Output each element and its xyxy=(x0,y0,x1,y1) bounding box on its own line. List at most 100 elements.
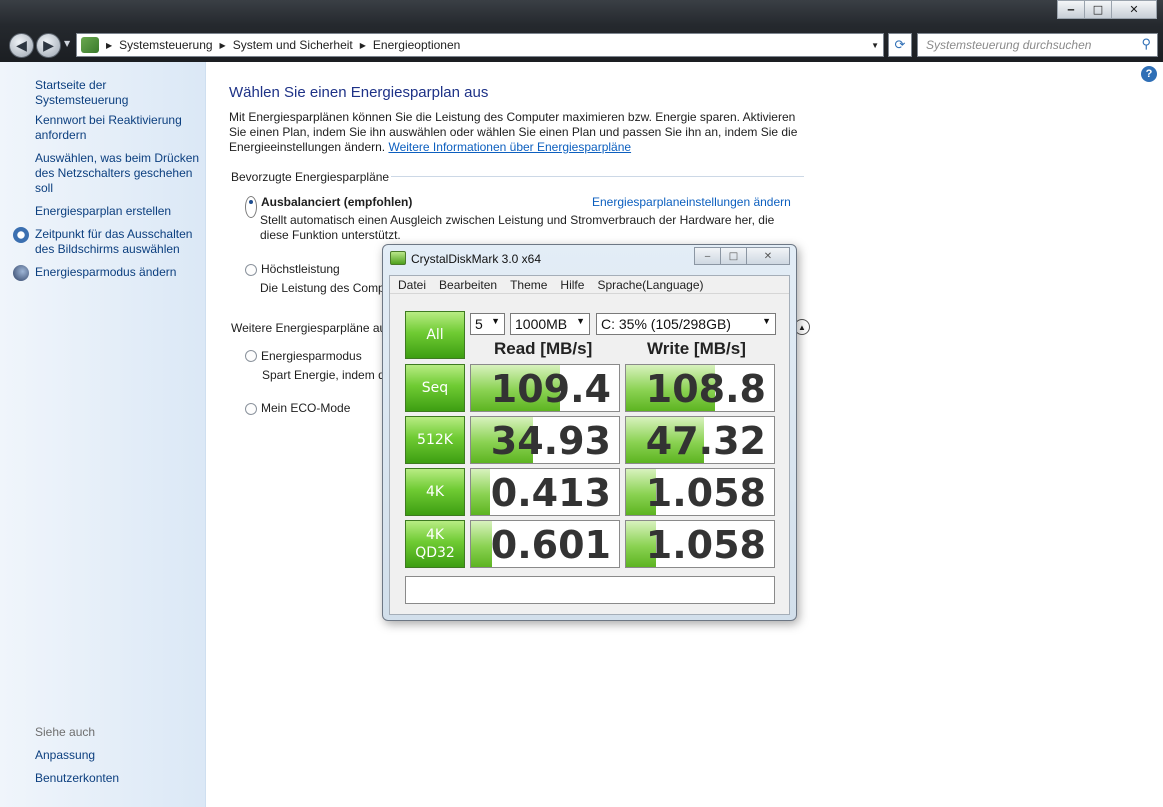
chevron-down-icon: ▼ xyxy=(576,316,585,326)
sidebar-item-create-plan[interactable]: Energiesparplan erstellen xyxy=(35,204,200,219)
page-title: Wählen Sie einen Energiesparplan aus xyxy=(229,84,489,101)
sidebar-item-power-button[interactable]: Auswählen, was beim Drücken des Netzscha… xyxy=(35,151,200,196)
4k-write-cell: 1.058 xyxy=(625,468,775,516)
clock-icon xyxy=(13,227,29,243)
sidebar-item-password[interactable]: Kennwort bei Reaktivierung anfordern xyxy=(35,113,200,143)
test-count-value: 5 xyxy=(475,316,483,332)
chevron-down-icon: ▼ xyxy=(762,316,771,326)
4k-qd32-read-cell: 0.601 xyxy=(470,520,620,568)
4k-read-value: 0.413 xyxy=(490,471,611,515)
seq-read-cell: 109.4 xyxy=(470,364,620,412)
512k-write-cell: 47.32 xyxy=(625,416,775,464)
cdm-client-area: Datei Bearbeiten Theme Hilfe Sprache(Lan… xyxy=(389,275,790,615)
menu-hilfe[interactable]: Hilfe xyxy=(560,278,584,292)
drive-select[interactable]: C: 35% (105/298GB) ▼ xyxy=(596,313,776,335)
breadcrumb-energieoptionen[interactable]: Energieoptionen xyxy=(373,38,460,52)
address-bar[interactable]: ▶ Systemsteuerung ▶ System und Sicherhei… xyxy=(76,33,884,57)
intro-more-link[interactable]: Weitere Informationen über Energiesparpl… xyxy=(388,140,631,154)
preferred-plans-heading: Bevorzugte Energiesparpläne xyxy=(231,170,390,184)
4k-qd32-write-cell: 1.058 xyxy=(625,520,775,568)
write-header: Write [MB/s] xyxy=(647,339,746,358)
crystaldiskmark-window: CrystalDiskMark 3.0 x64 ‒ □ ✕ Datei Bear… xyxy=(382,244,797,621)
help-icon[interactable]: ? xyxy=(1141,66,1157,82)
breadcrumb-system-sicherheit[interactable]: System und Sicherheit xyxy=(233,38,353,52)
read-header: Read [MB/s] xyxy=(494,339,593,358)
plan-powersaver-label[interactable]: Energiesparmodus xyxy=(261,349,362,363)
search-input[interactable]: Systemsteuerung durchsuchen ⚲ xyxy=(917,33,1158,57)
cdm-minimize-button[interactable]: ‒ xyxy=(694,247,721,265)
plan-balanced-radio[interactable] xyxy=(245,196,257,218)
menu-language[interactable]: Sprache(Language) xyxy=(597,278,703,292)
sidebar: Startseite der Systemsteuerung Kennwort … xyxy=(0,62,206,807)
disk-icon xyxy=(390,251,406,265)
cdm-menubar: Datei Bearbeiten Theme Hilfe Sprache(Lan… xyxy=(390,276,789,294)
test-512k-button[interactable]: 512K xyxy=(405,416,465,464)
control-panel-icon xyxy=(81,37,99,53)
plan-eco-radio[interactable] xyxy=(245,403,257,415)
sidebar-item-display-off[interactable]: Zeitpunkt für das Ausschalten des Bildsc… xyxy=(35,227,200,257)
sidebar-item-sleep[interactable]: Energiesparmodus ändern xyxy=(35,265,200,280)
history-dropdown-icon[interactable]: ▼ xyxy=(64,39,70,48)
more-plans-heading: Weitere Energiesparpläne au xyxy=(231,321,387,335)
plan-powersaver-radio[interactable] xyxy=(245,350,257,362)
search-placeholder: Systemsteuerung durchsuchen xyxy=(926,38,1092,52)
window-titlebar: ‒ □ ✕ ◀ ▶ ▼ ▶ Systemsteuerung ▶ System u… xyxy=(0,0,1163,62)
divider xyxy=(391,176,804,177)
menu-theme[interactable]: Theme xyxy=(510,278,547,292)
sidebar-link-benutzerkonten[interactable]: Benutzerkonten xyxy=(35,771,200,786)
chevron-right-icon[interactable]: ▶ xyxy=(106,41,112,50)
512k-write-value: 47.32 xyxy=(645,419,766,463)
test-4k-button[interactable]: 4K xyxy=(405,468,465,516)
plan-performance-radio[interactable] xyxy=(245,264,257,276)
maximize-button[interactable]: □ xyxy=(1084,0,1112,19)
512k-read-value: 34.93 xyxy=(490,419,611,463)
test-count-select[interactable]: 5 ▼ xyxy=(470,313,505,335)
run-all-button[interactable]: All xyxy=(405,311,465,359)
plan-balanced-label[interactable]: Ausbalanciert (empfohlen) xyxy=(261,195,412,209)
intro-text: Mit Energiesparplänen können Sie die Lei… xyxy=(229,110,809,155)
refresh-icon[interactable]: ⟳ xyxy=(888,33,912,57)
menu-datei[interactable]: Datei xyxy=(398,278,426,292)
window-controls: ‒ □ ✕ xyxy=(1057,0,1157,19)
test-seq-button[interactable]: Seq xyxy=(405,364,465,412)
cdm-close-button[interactable]: ✕ xyxy=(746,247,790,265)
moon-icon xyxy=(13,265,29,281)
cdm-maximize-button[interactable]: □ xyxy=(720,247,747,265)
chevron-right-icon[interactable]: ▶ xyxy=(220,41,226,50)
minimize-button[interactable]: ‒ xyxy=(1057,0,1085,19)
status-box xyxy=(405,576,775,604)
test-size-value: 1000MB xyxy=(515,316,568,332)
plan-eco-label[interactable]: Mein ECO-Mode xyxy=(261,401,350,415)
sidebar-link-anpassung[interactable]: Anpassung xyxy=(35,748,200,763)
seq-write-value: 108.8 xyxy=(645,367,766,411)
close-button[interactable]: ✕ xyxy=(1111,0,1157,19)
4k-read-bar xyxy=(471,469,491,515)
4k-qd32-read-value: 0.601 xyxy=(490,523,611,567)
cdm-window-controls: ‒ □ ✕ xyxy=(694,247,790,265)
navigation-bar: ◀ ▶ ▼ ▶ Systemsteuerung ▶ System und Sic… xyxy=(0,30,1163,60)
4k-qd32-write-value: 1.058 xyxy=(645,523,766,567)
plan-balanced-desc: Stellt automatisch einen Ausgleich zwisc… xyxy=(260,213,775,242)
plan-performance-label[interactable]: Höchstleistung xyxy=(261,262,340,276)
see-also-heading: Siehe auch xyxy=(35,725,96,739)
chevron-right-icon[interactable]: ▶ xyxy=(360,41,366,50)
4k-qd32-read-bar xyxy=(471,521,492,567)
seq-write-cell: 108.8 xyxy=(625,364,775,412)
search-icon[interactable]: ⚲ xyxy=(1141,36,1151,52)
4k-write-value: 1.058 xyxy=(645,471,766,515)
forward-button[interactable]: ▶ xyxy=(36,33,61,58)
test-4k-qd32-button[interactable]: 4K QD32 xyxy=(405,520,465,568)
seq-read-value: 109.4 xyxy=(490,367,611,411)
sidebar-home-link[interactable]: Startseite der Systemsteuerung xyxy=(35,78,200,108)
cdm-title: CrystalDiskMark 3.0 x64 xyxy=(411,252,542,266)
4k-read-cell: 0.413 xyxy=(470,468,620,516)
drive-value: C: 35% (105/298GB) xyxy=(601,316,731,332)
back-button[interactable]: ◀ xyxy=(9,33,34,58)
menu-bearbeiten[interactable]: Bearbeiten xyxy=(439,278,497,292)
chevron-down-icon: ▼ xyxy=(491,316,500,326)
test-size-select[interactable]: 1000MB ▼ xyxy=(510,313,590,335)
breadcrumb-systemsteuerung[interactable]: Systemsteuerung xyxy=(119,38,212,52)
address-dropdown-icon[interactable]: ▼ xyxy=(871,41,879,50)
plan-settings-link[interactable]: Energiesparplaneinstellungen ändern xyxy=(592,195,791,209)
512k-read-cell: 34.93 xyxy=(470,416,620,464)
